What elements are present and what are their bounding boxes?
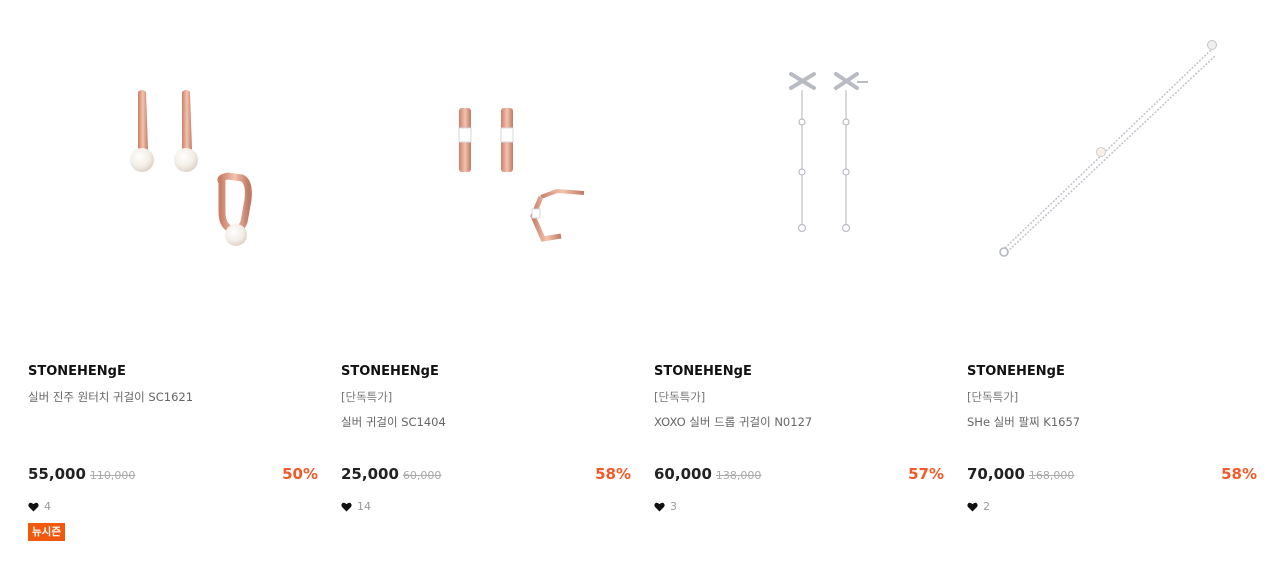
product-name[interactable]: SHe 실버 팔찌 K1657 — [967, 414, 1080, 430]
chain-bracelet-illustration — [999, 40, 1217, 257]
like-count: 3 — [670, 500, 677, 513]
discount-rate: 50% — [282, 465, 318, 483]
x-drop-earrings-illustration — [789, 72, 868, 233]
brand-name[interactable]: STONEHENgE — [654, 364, 752, 379]
sale-price: 70,000 — [967, 465, 1025, 483]
like-button[interactable]: 4 — [28, 500, 51, 513]
original-price: 60,000 — [402, 469, 442, 482]
brand-name[interactable]: STONEHENgE — [967, 364, 1065, 379]
heart-icon — [341, 502, 352, 512]
heart-icon — [967, 502, 978, 512]
like-count: 4 — [44, 500, 51, 513]
promo-tag: [단독특가] — [967, 390, 1019, 404]
promo-tag: [단독특가] — [341, 390, 393, 404]
product-card[interactable]: STONEHENgE [단독특가] XOXO 실버 드롭 귀걸이 N0127 6… — [654, 0, 944, 581]
like-count: 14 — [357, 500, 371, 513]
product-name[interactable]: 실버 귀걸이 SC1404 — [341, 414, 446, 430]
product-card[interactable]: STONEHENgE [단독특가] 실버 귀걸이 SC1404 25,000 6… — [341, 0, 631, 581]
product-image-chain-bracelet[interactable] — [967, 0, 1257, 340]
pearl-hoop-earrings-illustration — [130, 90, 252, 246]
sale-price: 25,000 — [341, 465, 399, 483]
heart-icon — [654, 502, 665, 512]
price-group: 25,000 60,000 — [341, 465, 441, 483]
heart-icon — [28, 502, 39, 512]
brand-name[interactable]: STONEHENgE — [28, 364, 126, 379]
hexagon-earrings-illustration — [458, 108, 585, 242]
product-image-pearl-earrings[interactable] — [28, 0, 318, 340]
new-season-badge: 뉴시즌 — [28, 523, 65, 541]
price-group: 60,000 138,000 — [654, 465, 761, 483]
price-group: 55,000 110,000 — [28, 465, 135, 483]
promo-tag: [단독특가] — [654, 390, 706, 404]
original-price: 138,000 — [715, 469, 762, 482]
product-name[interactable]: XOXO 실버 드롭 귀걸이 N0127 — [654, 414, 812, 430]
discount-rate: 58% — [1221, 465, 1257, 483]
like-button[interactable]: 3 — [654, 500, 677, 513]
original-price: 110,000 — [89, 469, 136, 482]
discount-rate: 58% — [595, 465, 631, 483]
product-grid: STONEHENgE 실버 진주 원터치 귀걸이 SC1621 55,000 1… — [28, 0, 1257, 581]
sale-price: 55,000 — [28, 465, 86, 483]
product-image-x-drop-earrings[interactable] — [654, 0, 944, 340]
discount-rate: 57% — [908, 465, 944, 483]
product-image-hexagon-earrings[interactable] — [341, 0, 631, 340]
like-count: 2 — [983, 500, 990, 513]
original-price: 168,000 — [1028, 469, 1075, 482]
sale-price: 60,000 — [654, 465, 712, 483]
like-button[interactable]: 2 — [967, 500, 990, 513]
product-card[interactable]: STONEHENgE [단독특가] SHe 실버 팔찌 K1657 70,000… — [967, 0, 1257, 581]
like-button[interactable]: 14 — [341, 500, 371, 513]
price-group: 70,000 168,000 — [967, 465, 1074, 483]
product-card[interactable]: STONEHENgE 실버 진주 원터치 귀걸이 SC1621 55,000 1… — [28, 0, 318, 581]
product-name[interactable]: 실버 진주 원터치 귀걸이 SC1621 — [28, 389, 193, 405]
brand-name[interactable]: STONEHENgE — [341, 364, 439, 379]
